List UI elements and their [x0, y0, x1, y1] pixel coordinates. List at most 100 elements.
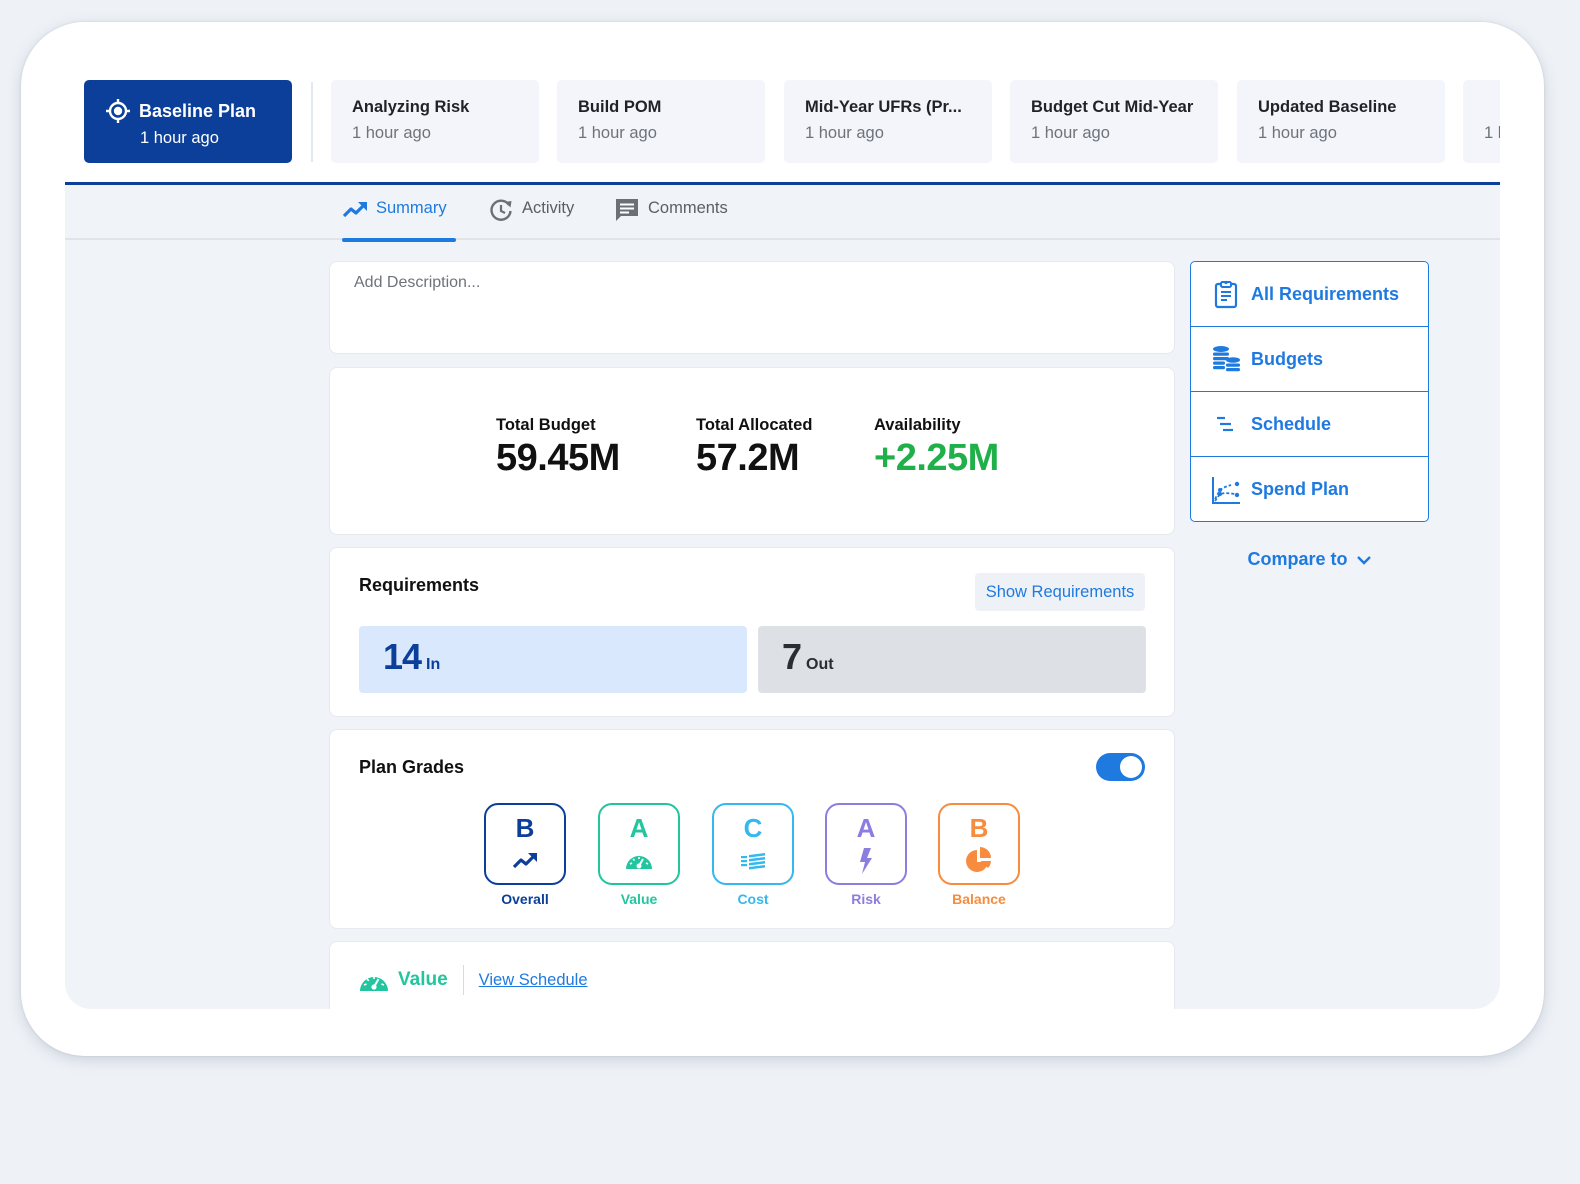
plan-tab-partial[interactable]: CO 1 h: [1463, 80, 1500, 163]
requirements-in[interactable]: 14 In: [359, 626, 747, 693]
show-requirements-button[interactable]: Show Requirements: [975, 573, 1145, 611]
tab-label: Comments: [648, 199, 728, 217]
availability-stat: Availability +2.25M: [874, 416, 999, 480]
requirements-out[interactable]: 7 Out: [758, 626, 1146, 693]
stat-label: Total Budget: [496, 416, 596, 434]
coins-icon: [1213, 346, 1240, 372]
value-header: Value View Schedule: [359, 965, 588, 995]
out-count: 7: [782, 636, 802, 677]
plan-title: Build POM: [578, 98, 662, 116]
value-card: Value View Schedule: [329, 941, 1175, 1009]
clipboard-icon: [1214, 280, 1238, 309]
compare-to-dropdown[interactable]: Compare to: [1190, 549, 1429, 570]
plan-title: Budget Cut Mid-Year: [1031, 98, 1194, 116]
content-area: Summary Activity Comments Add Descriptio…: [65, 185, 1500, 1009]
stat-label: Total Allocated: [696, 416, 813, 434]
plan-title: Baseline Plan: [139, 100, 257, 121]
target-icon: [106, 99, 130, 123]
side-nav-label: Budgets: [1251, 348, 1323, 369]
stat-label: Availability: [874, 416, 961, 434]
side-nav-label: Spend Plan: [1251, 479, 1350, 499]
tab-comments[interactable]: Comments: [614, 199, 728, 240]
history-icon: [490, 199, 512, 221]
plan-strip: Baseline Plan 1 hour ago Analyzing Risk …: [65, 80, 1500, 164]
plan-title: Analyzing Risk: [352, 98, 470, 116]
grade-letter: C: [743, 813, 763, 843]
tab-activity[interactable]: Activity: [488, 199, 574, 240]
trending-up-icon: [512, 853, 537, 869]
device-frame: Baseline Plan 1 hour ago Analyzing Risk …: [21, 22, 1544, 1056]
in-count: 14: [383, 636, 422, 677]
tab-label: Summary: [376, 199, 447, 217]
stat-value: +2.25M: [874, 437, 999, 479]
description-input[interactable]: [354, 274, 1144, 334]
grade-risk[interactable]: A Risk: [825, 803, 907, 907]
chevron-down-icon: [1356, 555, 1371, 565]
grade-letter: A: [629, 813, 649, 843]
line-chart-icon: [1212, 476, 1240, 504]
grade-letter: B: [969, 813, 989, 843]
app-screen: Baseline Plan 1 hour ago Analyzing Risk …: [65, 22, 1500, 1009]
plan-time: 1 hour ago: [352, 124, 431, 142]
plan-grades-card: Plan Grades B Overall A Value C Cost A R…: [329, 729, 1175, 929]
plan-tab-budget-cut[interactable]: Budget Cut Mid-Year 1 hour ago: [1010, 80, 1218, 163]
grade-letter: A: [856, 813, 876, 843]
lightning-icon: [860, 848, 872, 874]
grade-overall[interactable]: B Overall: [484, 803, 566, 907]
money-stack-icon: [741, 853, 765, 870]
stat-value: 59.45M: [496, 437, 620, 479]
pie-chart-icon: [966, 847, 991, 872]
grade-box: C: [712, 803, 794, 885]
plan-grades-toggle[interactable]: [1096, 753, 1145, 781]
divider: [311, 82, 313, 162]
schedule-lines-icon: [1217, 416, 1233, 432]
plan-tab-updated-baseline[interactable]: Updated Baseline 1 hour ago: [1237, 80, 1445, 163]
plan-tab-baseline[interactable]: Baseline Plan 1 hour ago: [84, 80, 292, 163]
side-nav: All Requirements Budgets Schedule Spend …: [1190, 261, 1429, 522]
divider: [462, 965, 464, 995]
total-budget-stat: Total Budget 59.45M: [496, 416, 620, 480]
tab-summary[interactable]: Summary: [342, 199, 456, 242]
plan-time: 1 hour ago: [1031, 124, 1110, 142]
description-card: [329, 261, 1175, 354]
value-title: Value: [398, 969, 448, 990]
side-nav-budgets[interactable]: Budgets: [1191, 327, 1428, 392]
side-nav-label: All Requirements: [1251, 283, 1400, 304]
side-nav-all-requirements[interactable]: All Requirements: [1191, 262, 1428, 327]
plan-time: 1 hour ago: [140, 129, 219, 147]
total-allocated-stat: Total Allocated 57.2M: [696, 416, 812, 480]
requirements-card: Requirements Show Requirements 14 In 7 O…: [329, 547, 1175, 717]
out-label: Out: [806, 656, 834, 673]
plan-tab-build-pom[interactable]: Build POM 1 hour ago: [557, 80, 765, 163]
plan-title: Mid-Year UFRs (Pr...: [805, 98, 962, 116]
side-nav-label: Schedule: [1251, 413, 1332, 434]
compare-label: Compare to: [1247, 549, 1348, 569]
grade-cost[interactable]: C Cost: [712, 803, 794, 907]
view-schedule-link[interactable]: View Schedule: [479, 971, 588, 990]
grade-label: Risk: [851, 891, 881, 907]
grade-box: A: [598, 803, 680, 885]
grade-label: Cost: [737, 891, 769, 907]
plan-time: 1 hour ago: [805, 124, 884, 142]
subtabs: Summary Activity Comments: [65, 185, 1500, 242]
budget-summary-card: Total Budget 59.45M Total Allocated 57.2…: [329, 367, 1175, 535]
grade-label: Balance: [952, 891, 1006, 907]
grade-value[interactable]: A Value: [598, 803, 680, 907]
tab-label: Activity: [522, 199, 575, 217]
plan-tab-mid-year-ufrs[interactable]: Mid-Year UFRs (Pr... 1 hour ago: [784, 80, 992, 163]
speedometer-icon: [626, 856, 652, 869]
grade-label: Value: [620, 891, 658, 907]
grade-box: A: [825, 803, 907, 885]
plan-tab-analyzing-risk[interactable]: Analyzing Risk 1 hour ago: [331, 80, 539, 163]
comment-icon: [616, 199, 638, 221]
speedometer-icon: [360, 976, 388, 991]
grade-label: Overall: [501, 891, 549, 907]
grade-balance[interactable]: B Balance: [938, 803, 1020, 907]
requirements-title: Requirements: [359, 575, 480, 595]
grade-box: B: [484, 803, 566, 885]
side-nav-schedule[interactable]: Schedule: [1191, 392, 1428, 457]
side-nav-spend-plan[interactable]: Spend Plan: [1191, 457, 1428, 521]
trending-up-icon: [342, 202, 367, 218]
in-label: In: [426, 656, 441, 673]
plan-title: Updated Baseline: [1258, 98, 1397, 116]
